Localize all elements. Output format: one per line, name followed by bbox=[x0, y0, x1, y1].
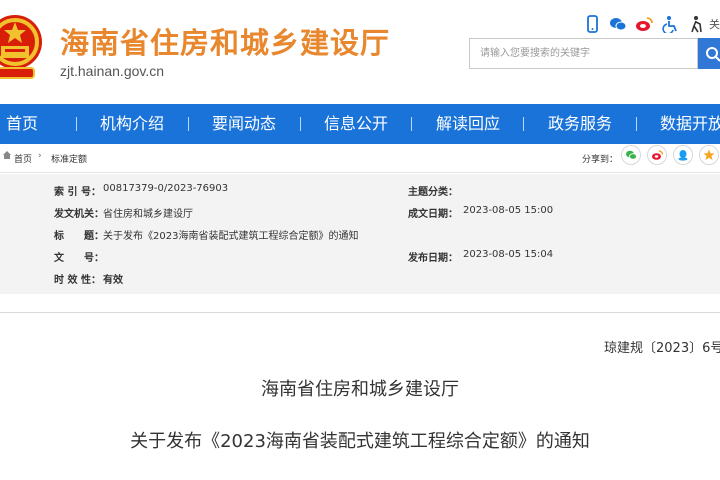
issuer-value: 省住房和城乡建设厅 bbox=[103, 209, 193, 220]
nav-separator bbox=[523, 117, 524, 131]
accessibility-icon[interactable] bbox=[661, 15, 679, 33]
breadcrumb-current[interactable]: 标准定额 bbox=[51, 152, 87, 165]
share-wechat-button[interactable] bbox=[621, 145, 641, 165]
written-date-value: 2023-08-05 15:00 bbox=[463, 205, 554, 216]
weibo-icon bbox=[652, 150, 663, 160]
nav-item-gov-services[interactable]: 政务服务 bbox=[548, 104, 612, 144]
site-url: zjt.hainan.gov.cn bbox=[60, 63, 165, 79]
doc-number-label: 文 号： bbox=[54, 253, 104, 264]
nav-item-about[interactable]: 机构介绍 bbox=[100, 104, 164, 144]
document-number: 琼建规〔2023〕6号 bbox=[604, 341, 720, 356]
index-label: 索 引 号： bbox=[54, 187, 101, 198]
nav-separator bbox=[411, 117, 412, 131]
nav-separator bbox=[636, 117, 637, 131]
nav-item-open-data[interactable]: 数据开放 bbox=[660, 104, 720, 144]
national-emblem-icon bbox=[0, 15, 42, 79]
qzone-icon bbox=[703, 149, 715, 160]
written-date-label: 成文日期： bbox=[408, 209, 458, 220]
content-divider bbox=[0, 312, 720, 313]
nav-separator bbox=[300, 117, 301, 131]
search-input[interactable] bbox=[470, 39, 697, 68]
nav-item-info-disclosure[interactable]: 信息公开 bbox=[324, 104, 388, 144]
wechat-icon bbox=[626, 150, 637, 160]
site-title[interactable]: 海南省住房和城乡建设厅 bbox=[60, 20, 390, 62]
issuer-label: 发文机关： bbox=[54, 209, 104, 220]
mobile-icon[interactable] bbox=[583, 15, 601, 33]
nav-separator bbox=[188, 117, 189, 131]
validity-label: 时 效 性： bbox=[54, 275, 101, 286]
share-qq-button[interactable] bbox=[673, 145, 693, 165]
share-label: 分享到： bbox=[582, 155, 619, 165]
document-title-heading: 关于发布《2023海南省装配式建筑工程综合定额》的通知 bbox=[130, 431, 590, 452]
title-value: 关于发布《2023海南省装配式建筑工程综合定额》的通知 bbox=[103, 231, 359, 242]
search-button[interactable] bbox=[698, 38, 720, 69]
title-label: 标 题： bbox=[54, 231, 104, 242]
breadcrumb-home[interactable]: 首页 bbox=[14, 152, 32, 165]
site-header: 海南省住房和城乡建设厅 zjt.hainan.gov.cn 关 bbox=[0, 0, 720, 100]
wechat-icon[interactable] bbox=[609, 15, 627, 33]
top-tool-icons: 关 bbox=[583, 13, 720, 35]
share-weibo-button[interactable] bbox=[647, 145, 667, 165]
nav-item-news[interactable]: 要闻动态 bbox=[212, 104, 276, 144]
document-metadata: 索 引 号： 00817379-0/2023-76903 主题分类： 发文机关：… bbox=[0, 174, 720, 294]
breadcrumb-separator-icon: › bbox=[38, 151, 42, 161]
nav-item-home[interactable]: 首页 bbox=[6, 104, 38, 144]
qq-icon bbox=[678, 150, 688, 161]
nav-separator bbox=[76, 117, 77, 131]
search-icon bbox=[706, 46, 720, 62]
topic-label: 主题分类： bbox=[408, 187, 458, 198]
publish-date-label: 发布日期： bbox=[408, 253, 458, 264]
weibo-icon[interactable] bbox=[635, 15, 653, 33]
main-nav: 首页 机构介绍 要闻动态 信息公开 解读回应 政务服务 数据开放 bbox=[0, 104, 720, 144]
index-value: 00817379-0/2023-76903 bbox=[103, 183, 229, 194]
share-qzone-button[interactable] bbox=[699, 145, 719, 165]
home-icon bbox=[3, 151, 11, 159]
validity-value: 有效 bbox=[103, 275, 123, 286]
nav-item-interpretation[interactable]: 解读回应 bbox=[436, 104, 500, 144]
search-box bbox=[469, 38, 698, 69]
document-issuer-heading: 海南省住房和城乡建设厅 bbox=[261, 379, 459, 400]
breadcrumb: 首页 › 标准定额 分享到： bbox=[0, 144, 720, 173]
publish-date-value: 2023-08-05 15:04 bbox=[463, 249, 554, 260]
top-more-label[interactable]: 关 bbox=[709, 16, 720, 32]
elderly-mode-icon[interactable] bbox=[687, 15, 705, 33]
